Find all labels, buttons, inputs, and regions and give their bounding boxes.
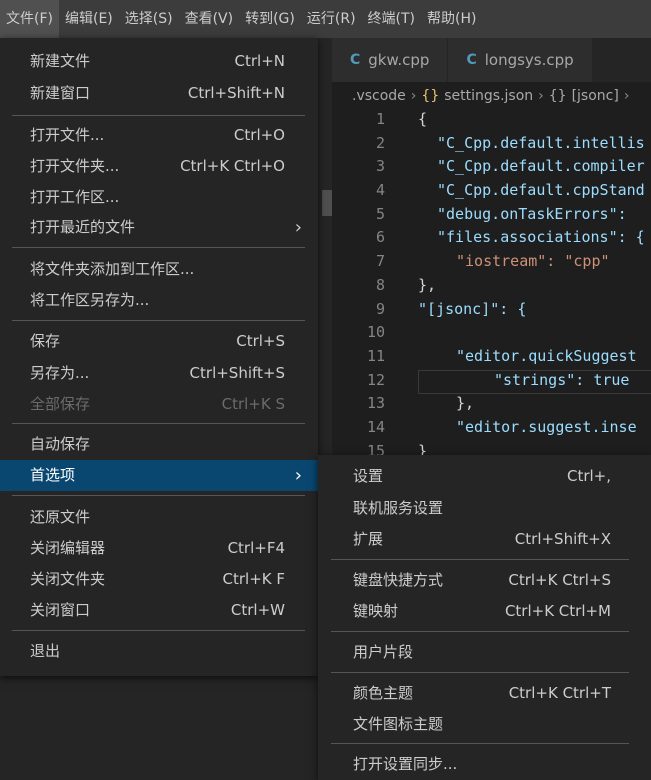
code-line: 9 "[jsonc]": { <box>375 299 527 318</box>
menu-item-new-file[interactable]: 新建文件 Ctrl+N <box>0 46 318 77</box>
file-menu: 新建文件 Ctrl+N 新建窗口 Ctrl+Shift+N 打开文件... Ct… <box>0 38 318 676</box>
menu-item-revert-file[interactable]: 还原文件 <box>0 502 318 533</box>
menu-item-save[interactable]: 保存 Ctrl+S <box>0 326 318 357</box>
breadcrumb-symbol[interactable]: [jsonc] <box>572 88 619 104</box>
code-line: 8}, <box>375 275 437 294</box>
chevron-right-icon: › <box>294 465 302 486</box>
menu-item-close-editor[interactable]: 关闭编辑器 Ctrl+F4 <box>0 533 318 564</box>
cpp-file-icon: C <box>350 52 361 68</box>
menu-separator <box>331 559 629 560</box>
menu-separator <box>331 672 629 673</box>
code-editor[interactable]: 1{ 2 "C_Cpp.default.intellis 3 "C_Cpp.defa… <box>332 108 651 468</box>
sidebar-scrollbar[interactable] <box>322 190 332 216</box>
menu-separator <box>12 320 305 321</box>
menu-terminal[interactable]: 终端(T) <box>362 0 421 38</box>
tab-label: longsys.cpp <box>484 51 574 69</box>
menu-item-close-window[interactable]: 关闭窗口 Ctrl+W <box>0 595 318 626</box>
code-line: 3 "C_Cpp.default.compiler <box>375 157 645 176</box>
menu-item-close-folder[interactable]: 关闭文件夹 Ctrl+K F <box>0 564 318 595</box>
menu-item-save-all: 全部保存 Ctrl+K S <box>30 395 285 413</box>
menu-edit[interactable]: 编辑(E) <box>59 0 119 38</box>
menu-item-auto-save[interactable]: 自动保存 <box>0 429 318 460</box>
menu-go[interactable]: 转到(G) <box>239 0 301 38</box>
menu-help[interactable]: 帮助(H) <box>421 0 482 38</box>
chevron-right-icon: › <box>294 217 302 238</box>
menu-item-save-as[interactable]: 另存为... Ctrl+Shift+S <box>0 358 318 389</box>
tab-longsys-cpp[interactable]: C longsys.cpp <box>448 38 593 82</box>
menu-separator <box>12 247 305 248</box>
chevron-right-icon: › <box>538 88 544 104</box>
chevron-right-icon: › <box>623 88 630 104</box>
menu-item-open-folder[interactable]: 打开文件夹... Ctrl+K Ctrl+O <box>0 151 318 182</box>
menu-separator <box>12 423 305 424</box>
menu-item-new-window[interactable]: 新建窗口 Ctrl+Shift+N <box>0 78 318 109</box>
code-line: 2 "C_Cpp.default.intellis <box>375 133 645 152</box>
menu-item-online-services-settings[interactable]: 联机服务设置 <box>318 493 651 524</box>
menu-item-turn-on-settings-sync[interactable]: 打开设置同步... <box>318 749 651 780</box>
symbol-icon: {} <box>548 88 567 104</box>
breadcrumb-file[interactable]: settings.json <box>444 88 533 104</box>
code-line: 13}, <box>366 394 475 413</box>
code-line: 4 "C_Cpp.default.cppStand <box>375 181 645 200</box>
code-line: 1{ <box>375 110 428 128</box>
breadcrumb-folder[interactable]: .vscode <box>352 88 406 104</box>
menu-item-user-snippets[interactable]: 用户片段 <box>318 637 651 668</box>
menu-item-add-folder-to-workspace[interactable]: 将文件夹添加到工作区... <box>0 254 318 285</box>
cpp-file-icon: C <box>466 52 477 68</box>
menu-item-file-icon-theme[interactable]: 文件图标主题 <box>318 709 651 740</box>
menu-item-color-theme[interactable]: 颜色主题 Ctrl+K Ctrl+T <box>318 678 651 709</box>
menu-view[interactable]: 查看(V) <box>179 0 240 38</box>
menu-separator <box>331 743 629 744</box>
code-line: 6 "files.associations": { <box>375 228 645 247</box>
code-line: 5 "debug.onTaskErrors": <box>375 204 627 223</box>
code-line: 10 <box>366 323 385 342</box>
menubar: 文件(F) 编辑(E) 选择(S) 查看(V) 转到(G) 运行(R) 终端(T… <box>0 0 651 38</box>
breadcrumb: .vscode › {} settings.json › {} [jsonc] … <box>332 82 651 110</box>
menu-item-exit[interactable]: 退出 <box>0 636 318 667</box>
json-file-icon: {} <box>421 88 440 104</box>
menu-separator <box>12 495 305 496</box>
menu-file[interactable]: 文件(F) <box>0 0 59 38</box>
menu-item-open-recent[interactable]: 打开最近的文件 › <box>0 212 318 243</box>
menu-item-settings[interactable]: 设置 Ctrl+, <box>318 461 651 492</box>
chevron-right-icon: › <box>410 88 417 104</box>
tab-gkw-cpp[interactable]: C gkw.cpp <box>332 38 449 82</box>
code-line: 14 "editor.suggest.inse <box>366 417 637 436</box>
menu-item-keymaps[interactable]: 键映射 Ctrl+K Ctrl+M <box>318 596 651 627</box>
code-line: 12 "strings": true <box>366 370 630 389</box>
menu-selection[interactable]: 选择(S) <box>119 0 179 38</box>
menu-separator <box>12 115 305 116</box>
menu-item-extensions[interactable]: 扩展 Ctrl+Shift+X <box>318 524 651 555</box>
menu-separator <box>331 631 629 632</box>
code-line: 7 "iostream": "cpp" <box>375 252 610 271</box>
menu-item-open-workspace[interactable]: 打开工作区... <box>0 182 318 213</box>
menu-separator <box>12 630 305 631</box>
tab-label: gkw.cpp <box>368 51 430 69</box>
editor-tabs: C gkw.cpp C longsys.cpp <box>332 38 651 82</box>
menu-item-open-file[interactable]: 打开文件... Ctrl+O <box>0 120 318 151</box>
menu-item-preferences[interactable]: 首选项 › <box>0 460 318 491</box>
menu-run[interactable]: 运行(R) <box>301 0 362 38</box>
menu-item-save-workspace-as[interactable]: 将工作区另存为... <box>0 285 318 316</box>
code-line: 11 "editor.quickSuggest <box>366 346 637 365</box>
preferences-submenu: 设置 Ctrl+, 联机服务设置 扩展 Ctrl+Shift+X 键盘快捷方式 … <box>318 455 651 780</box>
menu-item-keyboard-shortcuts[interactable]: 键盘快捷方式 Ctrl+K Ctrl+S <box>318 565 651 596</box>
